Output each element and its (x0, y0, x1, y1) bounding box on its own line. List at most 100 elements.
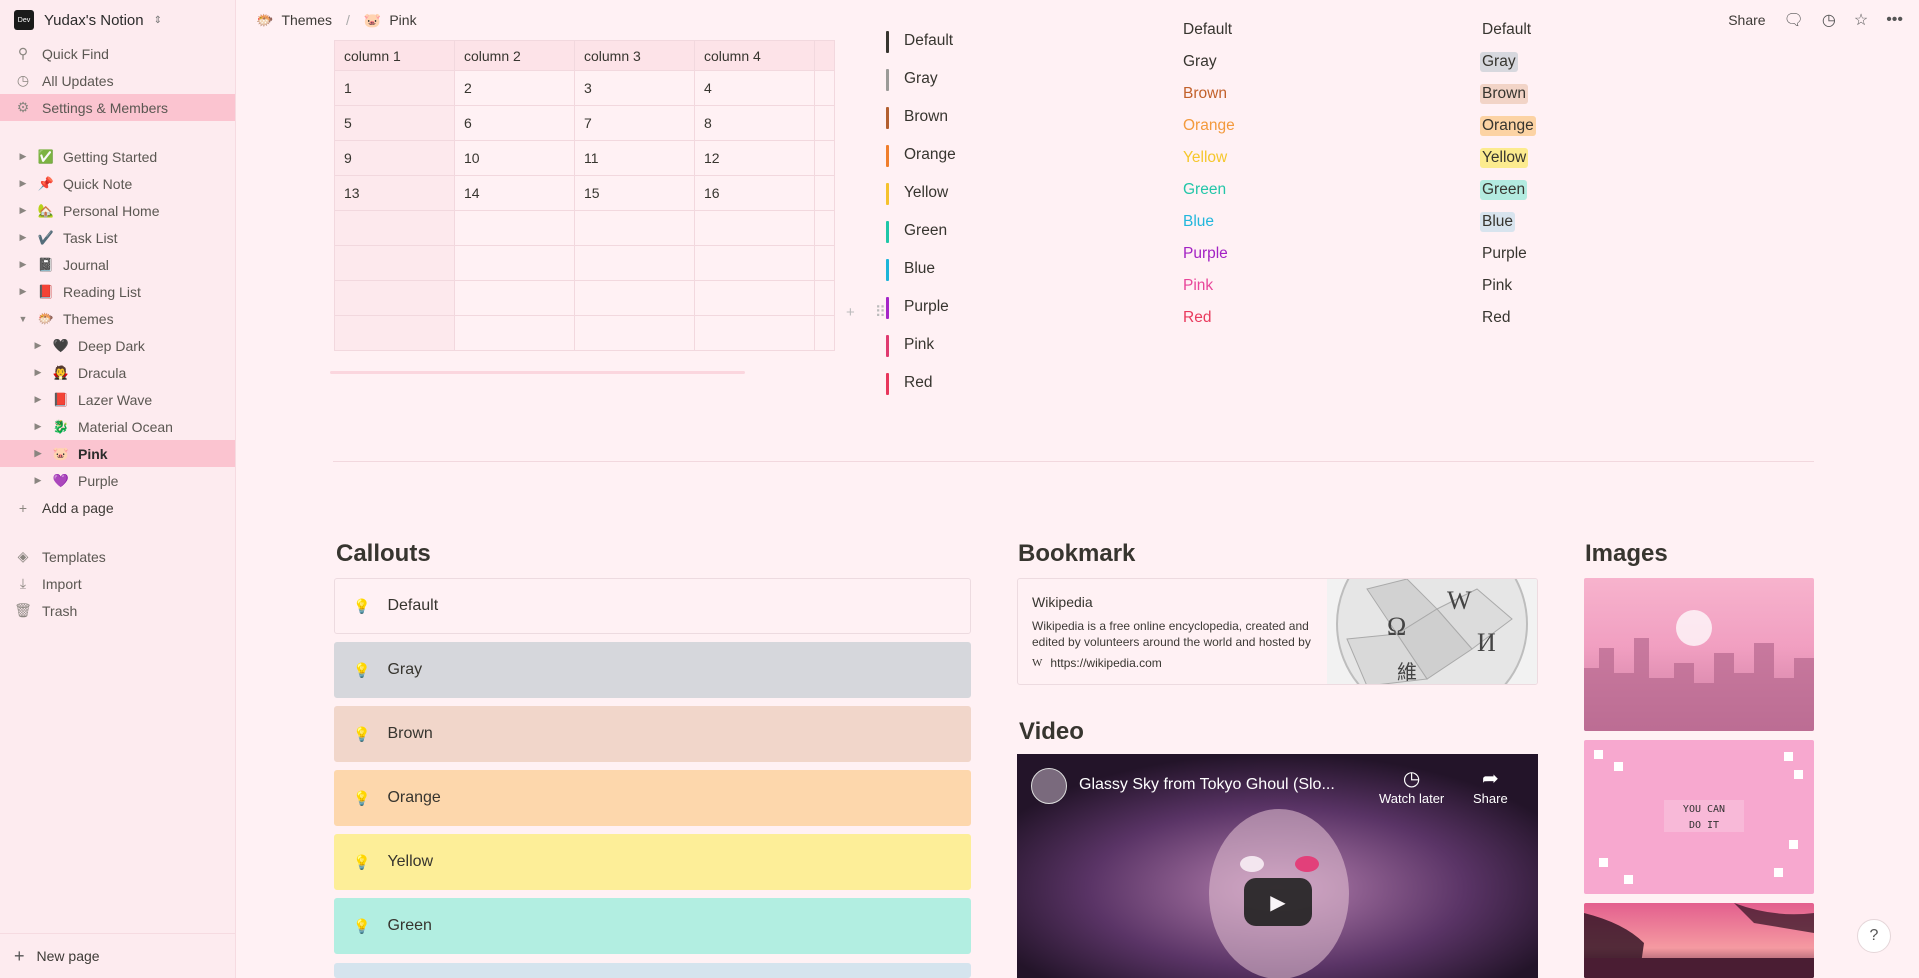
text-color-item[interactable]: Yellow (1183, 142, 1235, 174)
table-cell[interactable] (454, 210, 575, 246)
help-button[interactable]: ? (1857, 919, 1891, 953)
page-dracula[interactable]: ▶ 🧛 Dracula (0, 359, 235, 386)
text-color-item[interactable]: Purple (1183, 238, 1235, 270)
table-cell[interactable]: 13 (334, 175, 455, 211)
page-material-ocean[interactable]: ▶ 🐉 Material Ocean (0, 413, 235, 440)
page-quick-note[interactable]: ▶ 📌 Quick Note (0, 170, 235, 197)
table-cell[interactable]: 9 (334, 140, 455, 176)
text-color-item[interactable]: Green (1183, 174, 1235, 206)
text-color-item[interactable]: Orange (1183, 110, 1235, 142)
table-cell[interactable] (574, 245, 695, 281)
quote-block[interactable]: Purple (886, 288, 956, 326)
callout-block[interactable]: 💡 Brown (334, 706, 971, 762)
table-cell[interactable] (334, 315, 455, 351)
callout-block[interactable]: 💡 Default (334, 578, 971, 634)
table-header-cell[interactable]: column 4 (694, 40, 815, 71)
table-cell[interactable] (814, 245, 835, 281)
lightbulb-icon[interactable]: 💡 (353, 662, 370, 679)
table-cell[interactable] (694, 315, 815, 351)
table-cell[interactable] (574, 315, 695, 351)
table-cell[interactable] (334, 210, 455, 246)
page-journal[interactable]: ▶ 📓 Journal (0, 251, 235, 278)
callout-block[interactable]: 💡 Gray (334, 642, 971, 698)
page-personal-home[interactable]: ▶ 🏡 Personal Home (0, 197, 235, 224)
expand-icon[interactable]: ▶ (32, 367, 44, 378)
table-cell[interactable] (814, 175, 835, 211)
table-cell[interactable] (814, 140, 835, 176)
bookmark-card[interactable]: Wikipedia Wikipedia is a free online enc… (1017, 578, 1538, 685)
table-cell[interactable] (814, 210, 835, 246)
callout-block[interactable]: 💡 Green (334, 898, 971, 954)
table-header-cell[interactable]: column 2 (454, 40, 575, 71)
quick-find[interactable]: ⚲ Quick Find (0, 40, 235, 67)
expand-icon[interactable]: ▶ (17, 286, 29, 297)
expand-icon[interactable]: ▶ (32, 448, 44, 459)
bg-color-item[interactable]: Yellow (1480, 142, 1536, 174)
table-cell[interactable] (814, 70, 835, 106)
quote-block[interactable]: Brown (886, 98, 956, 136)
video-title[interactable]: Glassy Sky from Tokyo Ghoul (Slo... (1079, 776, 1335, 794)
quote-block[interactable]: Gray (886, 60, 956, 98)
bg-color-item[interactable]: Default (1480, 14, 1536, 46)
expand-icon[interactable]: ▶ (17, 232, 29, 243)
lightbulb-icon[interactable]: 💡 (353, 726, 370, 743)
table-cell[interactable] (814, 315, 835, 351)
quote-block[interactable]: Orange (886, 136, 956, 174)
table-cell[interactable] (334, 245, 455, 281)
text-color-item[interactable]: Gray (1183, 46, 1235, 78)
table-cell[interactable]: 1 (334, 70, 455, 106)
table-cell[interactable]: 10 (454, 140, 575, 176)
table-cell[interactable] (694, 280, 815, 316)
import[interactable]: ⤓ Import (0, 570, 235, 597)
workspace-switcher[interactable]: Dev Yudax's Notion ⇕ (0, 0, 235, 40)
callout-block[interactable] (334, 963, 971, 978)
lightbulb-icon[interactable]: 💡 (353, 790, 370, 807)
expand-icon[interactable]: ▶ (17, 178, 29, 189)
table-header-cell[interactable]: column 1 (334, 40, 455, 71)
templates[interactable]: ◈ Templates (0, 543, 235, 570)
expand-icon[interactable]: ▶ (32, 394, 44, 405)
bg-color-item[interactable]: Pink (1480, 270, 1536, 302)
share-button[interactable]: Share (1728, 12, 1765, 28)
bg-color-item[interactable]: Orange (1480, 110, 1536, 142)
quote-block[interactable]: Default (886, 22, 956, 60)
table-cell[interactable] (334, 280, 455, 316)
table-cell[interactable]: 16 (694, 175, 815, 211)
all-updates[interactable]: ◷ All Updates (0, 67, 235, 94)
collapse-icon[interactable]: ▼ (17, 314, 29, 324)
table-header-cell[interactable]: column 3 (574, 40, 695, 71)
text-color-item[interactable]: Pink (1183, 270, 1235, 302)
page-deep-dark[interactable]: ▶ 🖤 Deep Dark (0, 332, 235, 359)
table-cell[interactable]: 2 (454, 70, 575, 106)
table-cell[interactable] (574, 210, 695, 246)
callout-block[interactable]: 💡 Yellow (334, 834, 971, 890)
lightbulb-icon[interactable]: 💡 (353, 854, 370, 871)
star-icon[interactable]: ☆ (1854, 10, 1868, 30)
history-icon[interactable]: ◷ (1822, 10, 1836, 30)
page-reading-list[interactable]: ▶ 📕 Reading List (0, 278, 235, 305)
bg-color-item[interactable]: Red (1480, 302, 1536, 334)
table-cell[interactable]: 7 (574, 105, 695, 141)
table-cell[interactable] (694, 245, 815, 281)
more-icon[interactable]: ••• (1886, 11, 1903, 29)
bg-color-item[interactable]: Gray (1480, 46, 1536, 78)
page-pink[interactable]: ▶ 🐷 Pink (0, 440, 235, 467)
quote-block[interactable]: Green (886, 212, 956, 250)
quote-block[interactable]: Red (886, 364, 956, 402)
table-cell[interactable]: 8 (694, 105, 815, 141)
bg-color-item[interactable]: Brown (1480, 78, 1536, 110)
table-cell[interactable] (814, 40, 835, 71)
table-cell[interactable] (454, 280, 575, 316)
table-cell[interactable] (454, 245, 575, 281)
table-cell[interactable]: 4 (694, 70, 815, 106)
lightbulb-icon[interactable]: 💡 (353, 598, 370, 615)
page-themes[interactable]: ▼ 🐡 Themes (0, 305, 235, 332)
quote-block[interactable]: Yellow (886, 174, 956, 212)
quote-block[interactable]: Blue (886, 250, 956, 288)
expand-icon[interactable]: ▶ (17, 259, 29, 270)
expand-icon[interactable]: ▶ (32, 421, 44, 432)
table-cell[interactable]: 6 (454, 105, 575, 141)
video-share-button[interactable]: ➦ Share (1473, 766, 1508, 806)
table-cell[interactable]: 14 (454, 175, 575, 211)
play-button[interactable]: ▶ (1244, 878, 1312, 926)
